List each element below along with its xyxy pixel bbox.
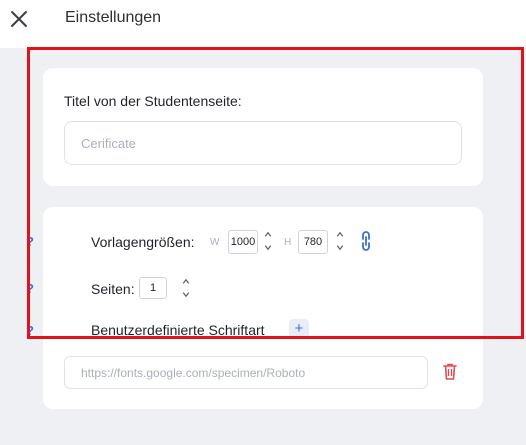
width-stepper-icon[interactable] bbox=[263, 230, 273, 252]
width-letter: W bbox=[210, 237, 220, 248]
pages-help-icon[interactable]: ? bbox=[26, 281, 34, 296]
add-font-button[interactable]: + bbox=[289, 319, 309, 339]
link-icon[interactable] bbox=[358, 229, 374, 253]
pages-stepper-icon[interactable] bbox=[181, 277, 191, 299]
trash-icon[interactable] bbox=[442, 362, 458, 382]
pages-label: Seiten: bbox=[91, 281, 135, 297]
custom-font-label: Benutzerdefinierte Schriftart bbox=[91, 322, 265, 338]
pages-input[interactable]: 1 bbox=[139, 277, 167, 299]
close-icon[interactable] bbox=[8, 8, 30, 30]
font-url-input[interactable] bbox=[64, 356, 428, 389]
custom-font-help-icon[interactable]: ? bbox=[26, 323, 34, 338]
student-page-title-input[interactable] bbox=[64, 121, 462, 165]
page-title: Einstellungen bbox=[65, 9, 162, 26]
settings-header: Einstellungen bbox=[0, 0, 526, 48]
height-letter: H bbox=[284, 237, 292, 248]
height-input[interactable]: 780 bbox=[298, 230, 328, 254]
height-stepper-icon[interactable] bbox=[335, 230, 345, 252]
student-page-title-label: Titel von der Studentenseite: bbox=[64, 93, 242, 109]
template-size-label: Vorlagengrößen: bbox=[91, 234, 195, 250]
template-size-help-icon[interactable]: ? bbox=[26, 234, 34, 249]
student-page-card: Titel von der Studentenseite: bbox=[43, 68, 483, 186]
width-input[interactable]: 1000 bbox=[228, 230, 258, 254]
